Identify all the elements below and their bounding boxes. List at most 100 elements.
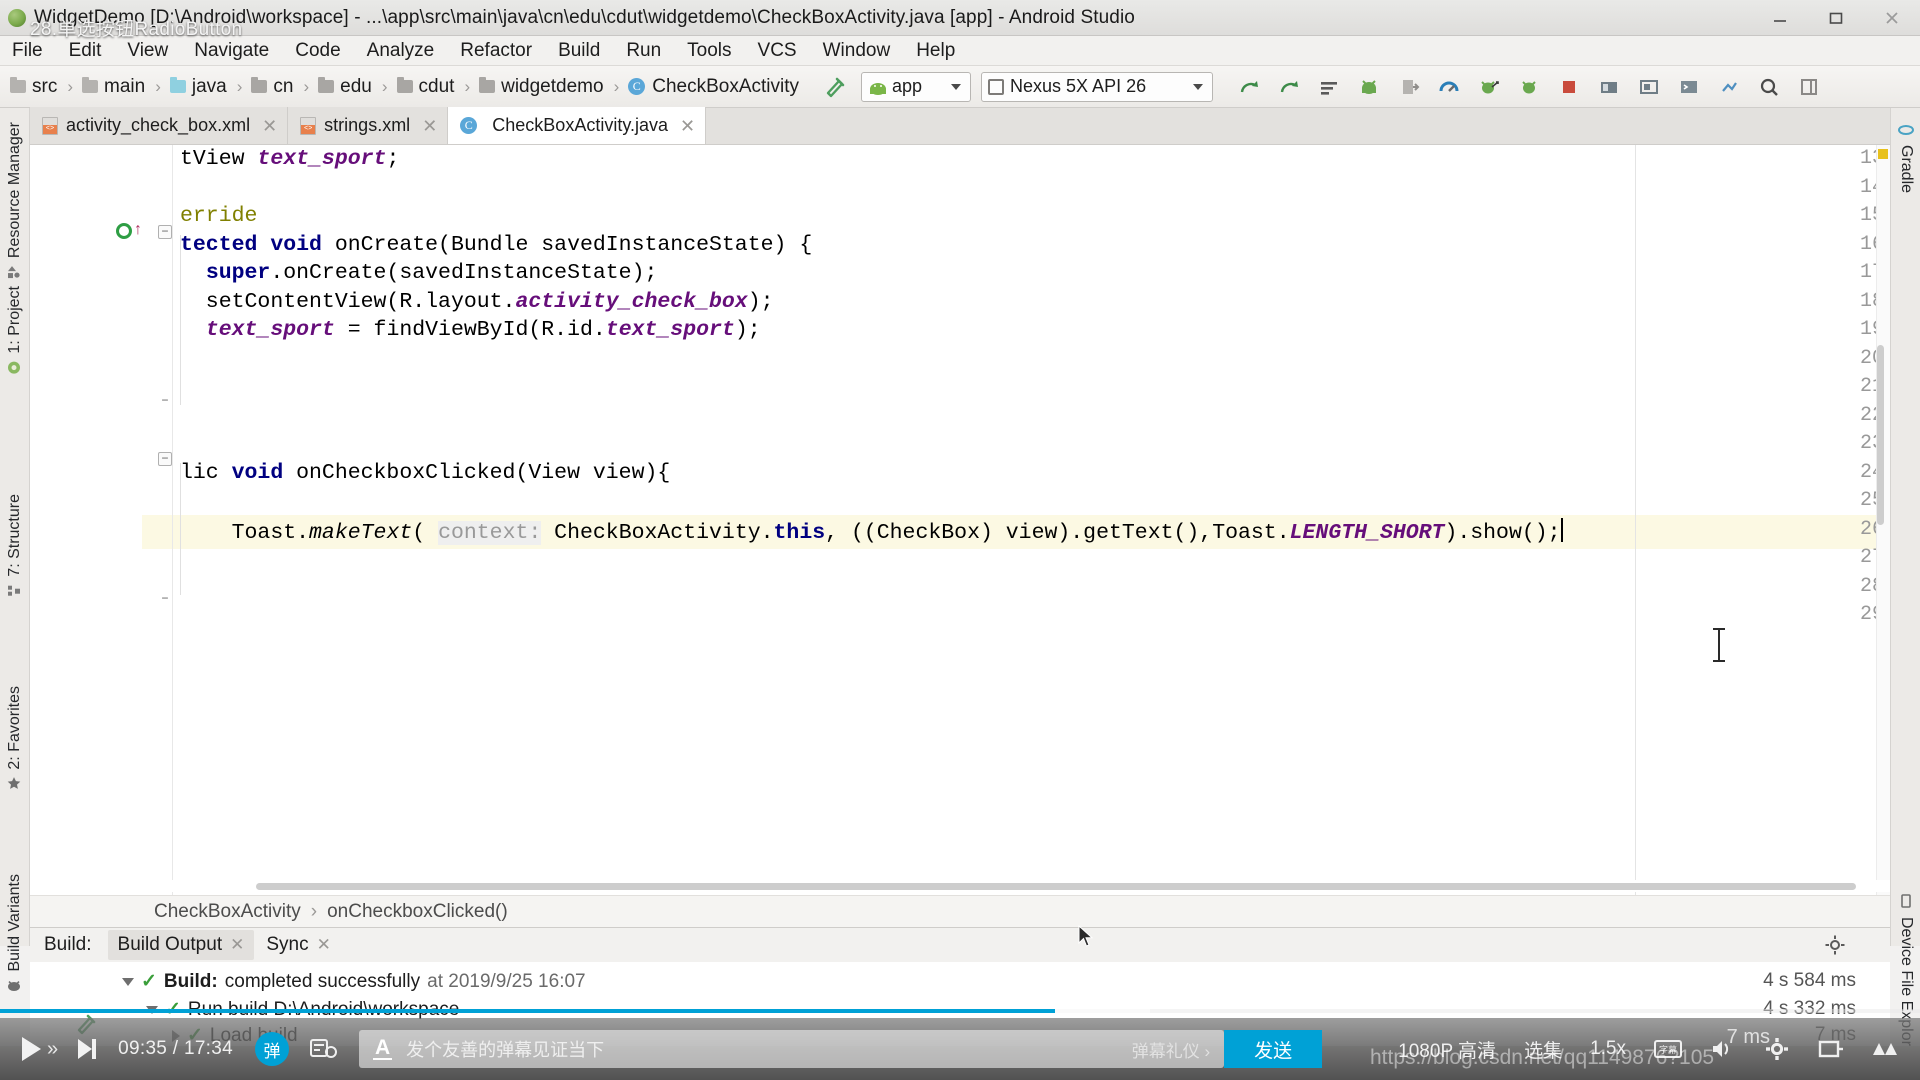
sidebar-item-project[interactable]: 1: Project <box>0 280 30 383</box>
breadcrumb-class[interactable]: CheckBoxActivity <box>154 901 301 923</box>
close-icon[interactable]: ✕ <box>317 935 331 955</box>
close-icon[interactable]: ✕ <box>680 117 695 135</box>
breadcrumb-cdut[interactable]: cdut <box>395 66 457 108</box>
line-number: 28 <box>1859 574 1884 598</box>
editor-tab-checkboxactivity-java[interactable]: C CheckBoxActivity.java ✕ <box>448 107 707 144</box>
maximize-button[interactable] <box>1808 0 1864 36</box>
code-line[interactable]: tected void onCreate(Bundle savedInstanc… <box>180 233 812 257</box>
code-line[interactable]: setContentView(R.layout.activity_check_b… <box>180 290 774 314</box>
code-line[interactable]: super.onCreate(savedInstanceState); <box>180 261 658 285</box>
fold-marker[interactable]: − <box>158 452 172 466</box>
fold-marker[interactable]: − <box>158 593 172 607</box>
close-button[interactable] <box>1864 0 1920 36</box>
build-variants-icon <box>7 978 24 995</box>
device-file-explorer-icon[interactable] <box>1589 70 1629 104</box>
layout-inspector-icon[interactable] <box>1629 70 1669 104</box>
logcat-icon[interactable] <box>1669 70 1709 104</box>
danmaku-settings-icon[interactable] <box>309 1036 339 1062</box>
module-selector[interactable]: app <box>861 71 972 102</box>
warning-marker[interactable] <box>1878 149 1888 159</box>
editor-gutter[interactable] <box>30 145 142 895</box>
sidebar-item-structure[interactable]: 7: Structure <box>0 488 30 606</box>
menu-item-build[interactable]: Build <box>545 36 613 66</box>
fold-marker[interactable]: − <box>158 225 172 239</box>
profile-icon[interactable] <box>1429 70 1469 104</box>
code-line[interactable]: tView text_sport; <box>180 147 399 171</box>
run-icon[interactable] <box>1229 70 1269 104</box>
structure-icon[interactable] <box>1309 70 1349 104</box>
code-line[interactable]: Toast.makeText( context: CheckBoxActivit… <box>180 517 1563 545</box>
editor-vertical-scrollbar[interactable] <box>1877 345 1884 525</box>
avd-manager-icon[interactable] <box>1349 70 1389 104</box>
breadcrumb-separator: › <box>310 900 318 922</box>
search-icon[interactable] <box>1749 70 1789 104</box>
breadcrumb-checkboxactivity[interactable]: C CheckBoxActivity <box>626 66 801 108</box>
line-number: 18 <box>1859 289 1884 313</box>
sync-gradle-icon[interactable] <box>1269 70 1309 104</box>
expand-triangle-icon[interactable] <box>122 977 134 986</box>
fullscreen-icon[interactable] <box>1872 1038 1898 1060</box>
code-line[interactable]: lic void onCheckboxClicked(View view){ <box>180 461 670 485</box>
sdk-manager-icon[interactable] <box>1389 70 1429 104</box>
editor-horizontal-scrollbar-thumb[interactable] <box>256 883 1856 890</box>
chevron-next-icon[interactable]: » <box>47 1038 58 1061</box>
build-tab-sync[interactable]: Sync ✕ <box>256 930 341 960</box>
breadcrumb-java[interactable]: java <box>168 66 229 108</box>
make-project-icon[interactable] <box>819 72 849 102</box>
menu-item-refactor[interactable]: Refactor <box>447 36 545 66</box>
breadcrumb-src[interactable]: src <box>8 66 59 108</box>
editor-tab-strings-xml[interactable]: strings.xml ✕ <box>288 107 449 144</box>
build-row-completed[interactable]: ✓ Build: completed successfully at 2019/… <box>122 970 586 993</box>
minimize-button[interactable] <box>1752 0 1808 36</box>
menu-item-code[interactable]: Code <box>282 36 353 66</box>
sidebar-item-resource-manager[interactable]: Resource Manager <box>0 116 30 287</box>
run-method-gutter-icon[interactable] <box>116 223 132 239</box>
editor-tab-activity-check-box-xml[interactable]: activity_check_box.xml ✕ <box>30 107 289 144</box>
close-icon[interactable]: ✕ <box>262 117 277 135</box>
danmaku-etiquette-link[interactable]: 弹幕礼仪 › <box>1132 1037 1210 1062</box>
sidebar-item-favorites[interactable]: 2: Favorites <box>0 680 30 799</box>
fold-marker[interactable]: − <box>158 395 172 409</box>
breadcrumb-cn[interactable]: cn <box>249 66 295 108</box>
close-icon[interactable]: ✕ <box>230 935 244 955</box>
next-episode-icon[interactable] <box>78 1039 97 1059</box>
menu-item-analyze[interactable]: Analyze <box>354 36 448 66</box>
danmaku-toggle-icon[interactable]: 弹 <box>255 1032 289 1066</box>
close-icon[interactable]: ✕ <box>422 117 437 135</box>
sidebar-item-label: 7: Structure <box>6 494 23 577</box>
debug-icon[interactable] <box>1469 70 1509 104</box>
breadcrumb-edu[interactable]: edu <box>316 66 374 108</box>
breadcrumb-widgetdemo[interactable]: widgetdemo <box>477 66 605 108</box>
menu-item-tools[interactable]: Tools <box>674 36 744 66</box>
sidebar-item-gradle[interactable]: Gradle <box>1891 116 1920 199</box>
send-danmaku-button[interactable]: 发送 <box>1224 1030 1323 1068</box>
menu-item-vcs[interactable]: VCS <box>745 36 810 66</box>
structure-panel-icon[interactable] <box>1789 70 1829 104</box>
widescreen-icon[interactable] <box>1818 1038 1844 1060</box>
code-line[interactable]: text_sport = findViewById(R.id.text_spor… <box>180 318 761 342</box>
code-editor[interactable]: 13 14 15 16 17 18 19 20 21 22 23 24 25 26 27 28 29 tView… <box>30 145 1890 895</box>
breadcrumb-main[interactable]: main <box>80 66 147 108</box>
play-icon[interactable] <box>22 1037 41 1061</box>
breadcrumb-method[interactable]: onCheckboxClicked() <box>327 901 508 923</box>
stop-icon[interactable] <box>1549 70 1589 104</box>
menu-item-window[interactable]: Window <box>810 36 904 66</box>
sidebar-item-build-variants[interactable]: Build Variants <box>0 868 30 1001</box>
apk-analyzer-icon[interactable] <box>1709 70 1749 104</box>
gear-icon[interactable] <box>1824 934 1846 956</box>
menu-item-run[interactable]: Run <box>613 36 674 66</box>
font-style-icon[interactable]: A <box>373 1037 393 1060</box>
code-line[interactable]: erride <box>180 204 257 228</box>
video-progress-bar[interactable] <box>0 1009 1920 1013</box>
device-selector-label: Nexus 5X API 26 <box>1010 76 1147 96</box>
device-selector[interactable]: Nexus 5X API 26 <box>981 71 1214 102</box>
build-tab-build-output[interactable]: Build Output ✕ <box>107 930 255 960</box>
line-number: 16 <box>1859 232 1884 256</box>
sidebar-item-label: Gradle <box>1898 145 1915 194</box>
breadcrumb-separator: › <box>464 76 471 96</box>
attach-debugger-icon[interactable] <box>1509 70 1549 104</box>
danmaku-input[interactable]: A 发个友善的弹幕见证当下 弹幕礼仪 › <box>359 1030 1225 1068</box>
line-number: 23 <box>1859 432 1884 455</box>
menu-item-help[interactable]: Help <box>903 36 968 66</box>
override-marker-icon: ↑ <box>134 221 142 238</box>
